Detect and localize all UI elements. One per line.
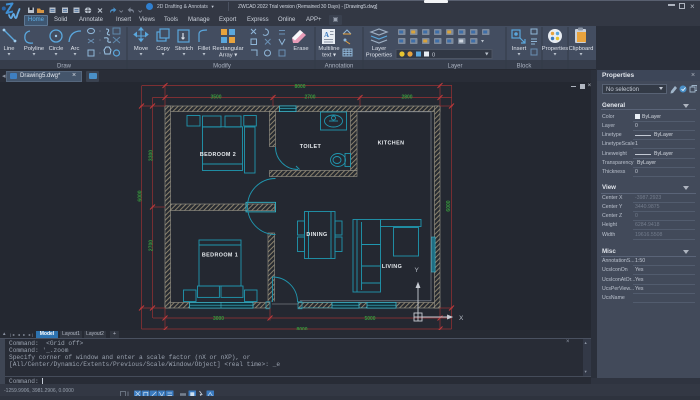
svg-text:BEDROOM 2: BEDROOM 2 (200, 152, 236, 158)
svg-text:6000: 6000 (446, 200, 452, 211)
svg-text:Clipboard: Clipboard (569, 46, 594, 52)
svg-text:2800: 2800 (401, 94, 412, 100)
svg-text:3000: 3000 (213, 316, 224, 322)
svg-text:Layer: Layer (447, 64, 462, 70)
svg-text:A: A (324, 31, 329, 39)
svg-text:Rectangular: Rectangular (212, 46, 243, 52)
svg-text:Fillet: Fillet (198, 46, 211, 52)
svg-text:Copy: Copy (156, 46, 170, 52)
svg-text:Multiline: Multiline (318, 46, 339, 52)
svg-text:Properties: Properties (366, 53, 393, 59)
svg-text:Polyline: Polyline (24, 46, 44, 52)
svg-text:Annotation: Annotation (325, 64, 354, 70)
svg-text:text ▾: text ▾ (322, 53, 336, 59)
svg-text:Properties: Properties (542, 46, 569, 52)
svg-text:Modify: Modify (213, 64, 231, 70)
svg-text:6000: 6000 (138, 190, 144, 201)
svg-text:TOILET: TOILET (300, 144, 322, 150)
svg-text:3500: 3500 (210, 94, 221, 100)
svg-text:8000: 8000 (294, 84, 305, 90)
svg-text:DINING: DINING (306, 232, 327, 238)
svg-text:Arc: Arc (71, 46, 80, 52)
svg-text:Block: Block (517, 64, 533, 70)
svg-text:2700: 2700 (304, 94, 315, 100)
svg-text:Erase: Erase (293, 46, 308, 52)
svg-text:Draw: Draw (57, 64, 72, 70)
svg-text:Line: Line (4, 46, 15, 52)
svg-text:Array ▾: Array ▾ (219, 53, 237, 59)
svg-text:Stretch: Stretch (175, 46, 193, 52)
svg-text:3300: 3300 (149, 150, 155, 161)
svg-text:Insert: Insert (512, 46, 527, 52)
svg-text:KITCHEN: KITCHEN (378, 141, 405, 147)
svg-text:X: X (459, 315, 464, 322)
svg-text:Layer: Layer (372, 46, 387, 52)
svg-text:BEDROOM 1: BEDROOM 1 (202, 253, 238, 259)
svg-text:Circle: Circle (49, 46, 64, 52)
svg-text:LIVING: LIVING (382, 264, 402, 270)
svg-text:Y: Y (415, 267, 420, 274)
svg-text:5000: 5000 (364, 316, 375, 322)
svg-text:0: 0 (432, 53, 435, 59)
svg-text:Move: Move (134, 46, 148, 52)
svg-text:2700: 2700 (149, 240, 155, 251)
